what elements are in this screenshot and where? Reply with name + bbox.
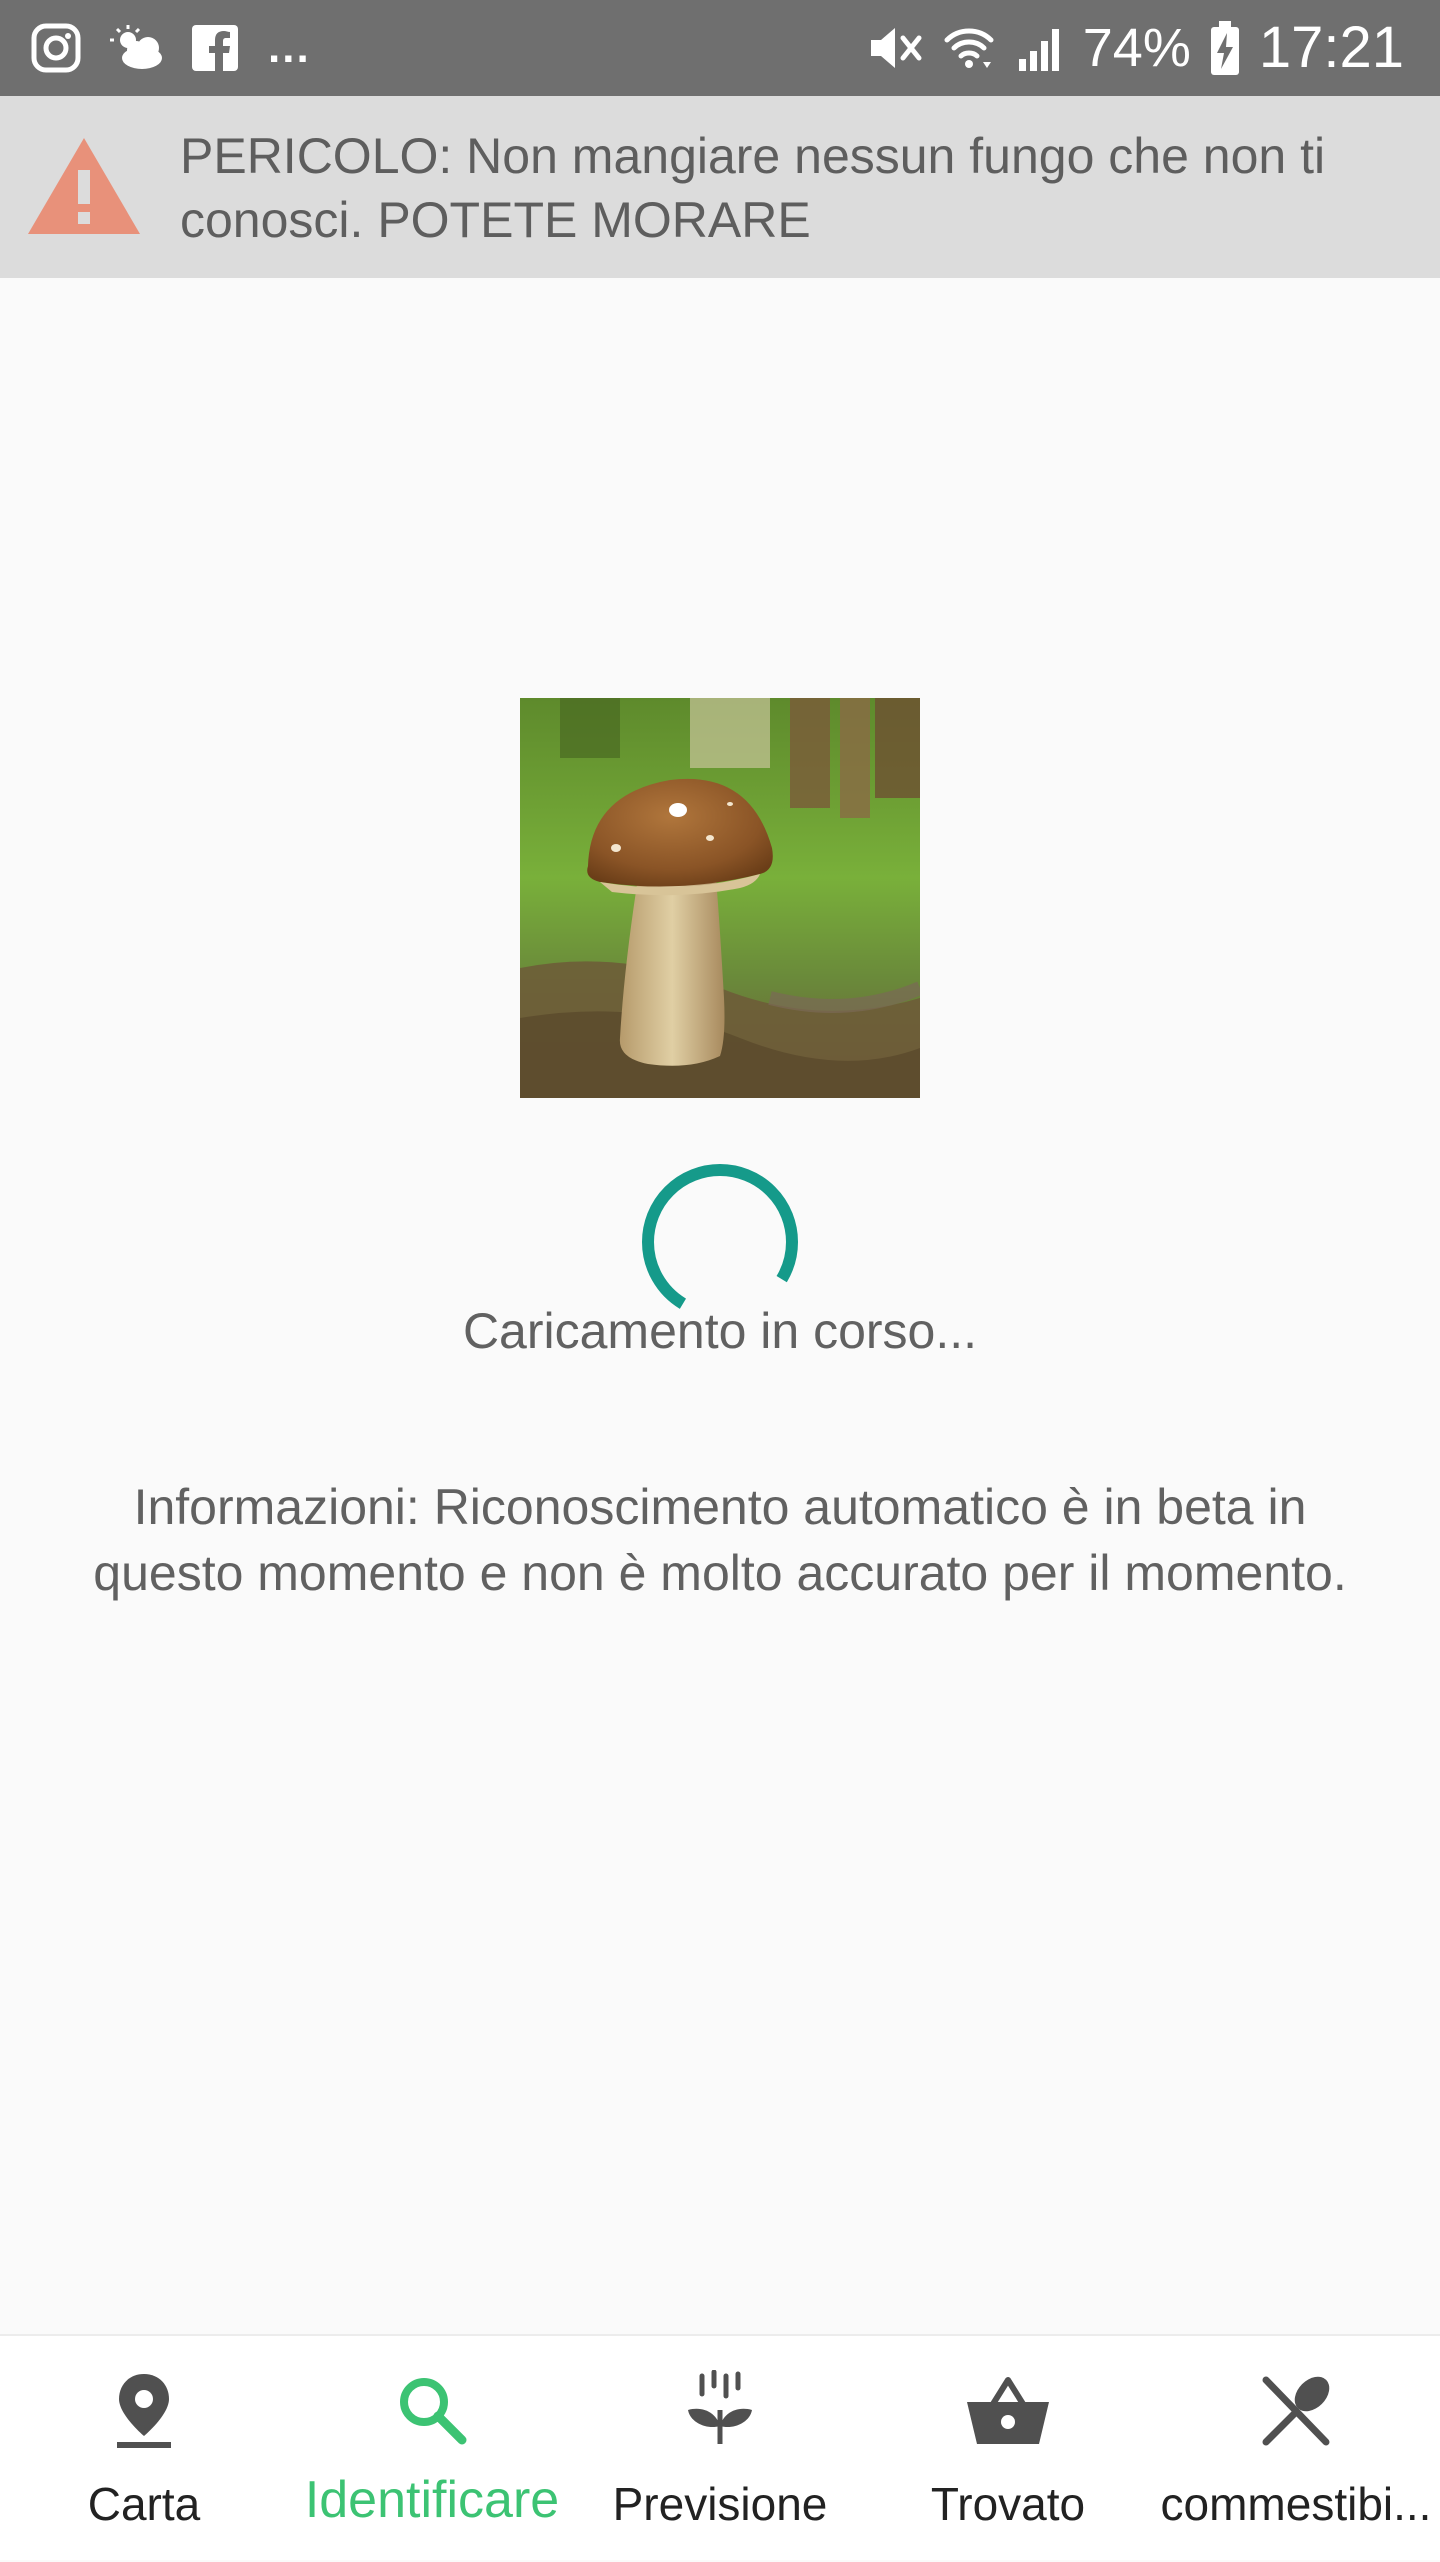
nav-label-trovato: Trovato [930, 2478, 1086, 2530]
nav-label-previsione: Previsione [612, 2478, 828, 2530]
facebook-icon [192, 25, 238, 71]
beta-info-text: Informazioni: Riconoscimento automatico … [93, 1479, 1347, 1601]
signal-icon [1018, 29, 1059, 71]
loading-text: Caricamento in corso... [462, 1303, 978, 1359]
identify-content: Caricamento in corso... Informazioni: Ri… [0, 278, 1440, 2334]
mushroom-photo [520, 698, 920, 1098]
warning-triangle-icon [28, 138, 140, 234]
instagram-icon [31, 23, 81, 73]
bottom-navigation: Carta Identificare Previsione Trovato co… [0, 2334, 1440, 2560]
status-bar-notifications: ... [30, 0, 311, 96]
nav-label-identificare: Identificare [304, 2471, 560, 2529]
danger-warning-banner: PERICOLO: Non mangiare nessun fungo che … [0, 96, 1440, 278]
status-bar: ... 74% 17:21 [0, 0, 1440, 96]
battery-charging-icon [1210, 21, 1239, 75]
nav-item-trovato[interactable]: Trovato [864, 2336, 1152, 2562]
status-time: 17:21 [1258, 15, 1404, 80]
map-pin-icon [117, 2374, 171, 2448]
warning-message: PERICOLO: Non mangiare nessun fungo che … [180, 128, 1326, 248]
forecast-sprout-icon [688, 2370, 752, 2444]
basket-icon [967, 2377, 1049, 2444]
search-icon [400, 2378, 467, 2445]
weather-icon [110, 25, 162, 69]
nav-item-previsione[interactable]: Previsione [576, 2336, 864, 2562]
status-bar-system: 74% 17:21 [865, 0, 1404, 96]
nav-label-commestibili: commestibi... [1160, 2478, 1432, 2530]
nav-item-identificare[interactable]: Identificare [288, 2336, 576, 2562]
vibrate-mute-icon [870, 28, 922, 68]
nav-item-carta[interactable]: Carta [0, 2336, 288, 2562]
fork-knife-icon [1262, 2376, 1330, 2446]
battery-percent: 74% [1082, 18, 1191, 78]
nav-label-carta: Carta [87, 2478, 201, 2530]
nav-item-commestibili[interactable]: commestibi... [1152, 2336, 1440, 2562]
wifi-icon [944, 28, 994, 68]
more-notifications-indicator: ... [268, 23, 311, 72]
